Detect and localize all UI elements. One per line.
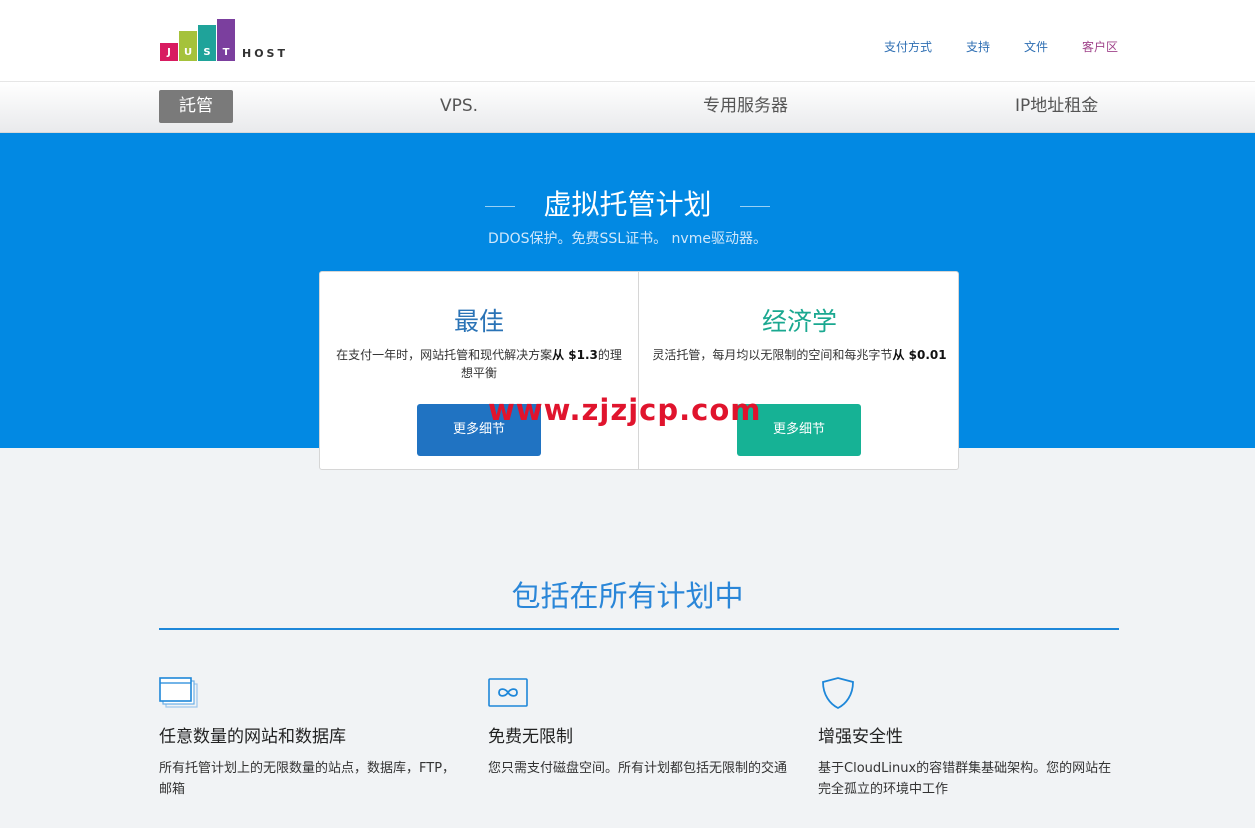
nav-payment-methods[interactable]: 支付方式 xyxy=(884,38,932,55)
plan-desc-text: 灵活托管，每月均以无限制的空间和每兆字节 xyxy=(652,348,893,362)
feature-description: 基于CloudLinux的容错群集基础架构。您的网站在完全孤立的环境中工作 xyxy=(818,761,1112,797)
nav-client-area[interactable]: 客户区 xyxy=(1082,38,1118,55)
plan-card-best: 最佳 在支付一年时，网站托管和现代解决方案从 $1.3的理想平衡 更多细节 xyxy=(320,272,639,469)
logo-bar-s: S xyxy=(198,25,216,61)
watermark-text: www.zjzjcp.com xyxy=(488,393,762,427)
logo-host-text: HOST xyxy=(242,47,288,60)
logo-letter: J xyxy=(167,47,171,58)
hero-subtitle: DDOS保护。免费SSL证书。 nvme驱动器。 xyxy=(488,231,767,247)
plan-card-economy: 经济学 灵活托管，每月均以无限制的空间和每兆字节从 $0.01 更多细节 xyxy=(640,272,959,469)
logo-letter: S xyxy=(203,47,211,58)
logo-bar-u: U xyxy=(179,31,197,61)
feature-description: 所有托管计划上的无限数量的站点，数据库，FTP，邮箱 xyxy=(159,761,456,797)
justhost-logo[interactable]: J U S T HOST xyxy=(160,19,300,63)
feature-title: 免费无限制 xyxy=(488,727,573,747)
hero-title: 虚拟托管计划 xyxy=(543,188,712,221)
section-divider xyxy=(159,628,1119,630)
logo-bar-j: J xyxy=(160,43,178,61)
logo-letter: T xyxy=(222,47,230,58)
plan-description: 灵活托管，每月均以无限制的空间和每兆字节从 $0.01 xyxy=(652,346,947,364)
tab-vps[interactable]: VPS. xyxy=(440,90,478,123)
stacked-windows-icon xyxy=(159,677,198,708)
product-subnav: 託管 VPS. 专用服务器 IP地址租金 xyxy=(0,82,1255,133)
hero-title-row: 虚拟托管计划 xyxy=(0,183,1255,223)
feature-enhanced-security: 增强安全性 基于CloudLinux的容错群集基础架构。您的网站在完全孤立的环境… xyxy=(818,676,1118,800)
infinity-icon xyxy=(488,678,528,707)
included-section-title: 包括在所有计划中 xyxy=(511,579,744,613)
feature-free-unlimited: 免费无限制 您只需支付磁盘空间。所有计划都包括无限制的交通 xyxy=(488,676,788,779)
tab-hosting[interactable]: 託管 xyxy=(159,90,233,123)
title-divider-left xyxy=(485,205,516,207)
nav-support[interactable]: 支持 xyxy=(966,38,990,55)
shield-icon xyxy=(822,677,854,710)
plan-description: 在支付一年时，网站托管和现代解决方案从 $1.3的理想平衡 xyxy=(332,346,626,382)
top-nav: 支付方式 支持 文件 客户区 xyxy=(884,38,1118,55)
plan-cards: 最佳 在支付一年时，网站托管和现代解决方案从 $1.3的理想平衡 更多细节 经济… xyxy=(319,271,959,470)
feature-title: 任意数量的网站和数据库 xyxy=(159,727,346,747)
logo-letter: U xyxy=(183,47,193,58)
title-divider-right xyxy=(739,205,770,207)
feature-title: 增强安全性 xyxy=(818,727,903,747)
logo-bar-t: T xyxy=(217,19,235,61)
plan-price: 从 $1.3 xyxy=(552,348,598,362)
plan-price: 从 $0.01 xyxy=(892,348,947,362)
plan-title: 最佳 xyxy=(453,307,504,336)
tab-ip-rental[interactable]: IP地址租金 xyxy=(1015,90,1098,123)
plan-title: 经济学 xyxy=(761,307,837,336)
tab-dedicated-servers[interactable]: 专用服务器 xyxy=(703,90,788,123)
site-header: J U S T HOST 支付方式 支持 文件 客户区 xyxy=(0,0,1255,82)
plan-desc-text: 在支付一年时，网站托管和现代解决方案 xyxy=(336,348,553,362)
nav-documents[interactable]: 文件 xyxy=(1024,38,1048,55)
feature-description: 您只需支付磁盘空间。所有计划都包括无限制的交通 xyxy=(488,761,788,776)
feature-unlimited-sites: 任意数量的网站和数据库 所有托管计划上的无限数量的站点，数据库，FTP，邮箱 xyxy=(159,676,459,800)
